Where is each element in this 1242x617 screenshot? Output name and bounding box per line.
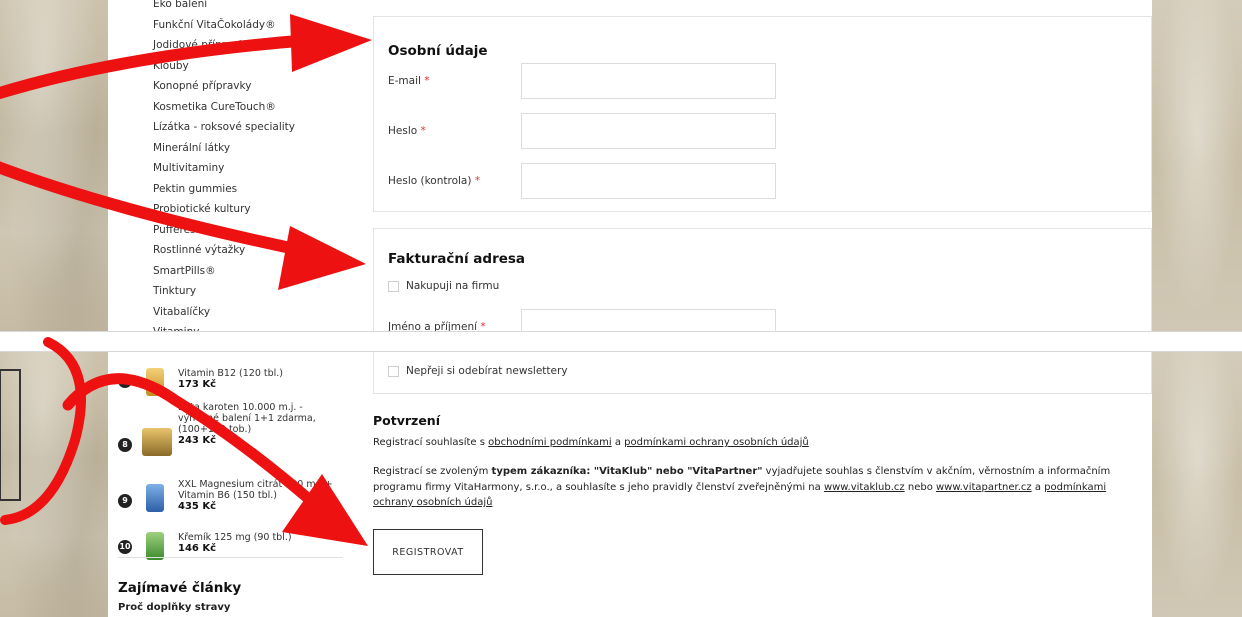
password-label: Heslo *	[388, 125, 426, 137]
password-label-text: Heslo	[388, 125, 418, 137]
required-mark: *	[480, 321, 486, 332]
email-label: E-mail *	[388, 75, 430, 87]
product-thumbnail	[146, 484, 164, 512]
rank-badge: 9	[118, 494, 132, 508]
newsletter-section: Nepřeji si odebírat newslettery	[373, 352, 1152, 394]
newsletter-checkbox[interactable]	[388, 366, 399, 377]
vitaklub-link[interactable]: www.vitaklub.cz	[824, 482, 905, 493]
product-price: 146 Kč	[178, 543, 217, 554]
terms-link[interactable]: obchodními podmínkami	[488, 437, 612, 448]
terms-text: a	[611, 437, 625, 448]
product-info: XXL Magnesium citrát 400 mg + Vitamin B6…	[178, 479, 338, 512]
customer-type-values: "VitaKlub" nebo "VitaPartner"	[593, 466, 763, 477]
product-name[interactable]: XXL Magnesium citrát 400 mg + Vitamin B6…	[178, 479, 338, 501]
membership-text: :	[586, 466, 594, 477]
bottom-screenshot: Nepřeji si odebírat newslettery 7 Vitami…	[0, 351, 1242, 617]
billing-address-section: Fakturační adresa Nakupuji na firmu Jmén…	[373, 228, 1152, 332]
category-link[interactable]: Tinktury	[153, 281, 295, 302]
articles-heading: Zajímavé články	[118, 580, 242, 596]
category-link[interactable]: Minerální látky	[153, 138, 295, 159]
product-info: Křemík 125 mg (90 tbl.) 146 Kč	[178, 532, 338, 554]
category-link[interactable]: Eko balení	[153, 0, 295, 15]
category-link[interactable]: Pektin gummies	[153, 179, 295, 200]
company-checkbox[interactable]	[388, 281, 399, 292]
category-list: Eko balení Funkční VitaČokolády® Jodidov…	[153, 0, 295, 331]
product-info: Vitamin B12 (120 tbl.) 173 Kč	[178, 368, 338, 390]
membership-text: nebo	[904, 481, 936, 493]
background-landscape-left	[0, 0, 108, 331]
category-link[interactable]: Konopné přípravky	[153, 76, 295, 97]
article-link[interactable]: Proč doplňky stravy	[118, 602, 230, 613]
category-link[interactable]: Probiotické kultury	[153, 199, 295, 220]
required-mark: *	[420, 125, 426, 137]
product-thumbnail	[146, 532, 164, 560]
category-link[interactable]: Rostlinné výtažky	[153, 240, 295, 261]
category-link[interactable]: Klouby	[153, 56, 295, 77]
customer-type-text: typem zákazníka	[491, 466, 587, 477]
product-name[interactable]: Beta karoten 10.000 m.j. - výhodné balen…	[178, 402, 338, 435]
background-landscape-right	[1152, 352, 1242, 617]
vitapartner-link[interactable]: www.vitapartner.cz	[936, 482, 1032, 493]
membership-text: a	[1031, 481, 1045, 493]
required-mark: *	[474, 175, 481, 187]
category-link[interactable]: SmartPills®	[153, 261, 295, 282]
confirmation-title: Potvrzení	[373, 413, 440, 428]
newsletter-checkbox-label[interactable]: Nepřeji si odebírat newslettery	[406, 365, 568, 377]
password-confirm-label: Heslo (kontrola) *	[388, 175, 480, 187]
category-link[interactable]: Funkční VitaČokolády®	[153, 15, 295, 36]
password-confirm-label-text: Heslo (kontrola)	[388, 175, 472, 187]
category-link[interactable]: Multivitaminy	[153, 158, 295, 179]
required-mark: *	[424, 75, 430, 87]
name-label: Jméno a příjmení *	[388, 321, 486, 332]
password-confirm-field[interactable]	[521, 163, 776, 199]
background-landscape-left	[0, 352, 108, 617]
rank-badge: 7	[118, 374, 132, 388]
screenshot-separator	[0, 332, 1242, 351]
top-screenshot: Eko balení Funkční VitaČokolády® Jodidov…	[0, 0, 1242, 332]
rank-badge: 8	[118, 438, 132, 452]
category-link[interactable]: Vitaminy	[153, 322, 295, 331]
category-link[interactable]: Kosmetika CureTouch®	[153, 97, 295, 118]
name-field[interactable]	[521, 309, 776, 331]
terms-paragraph: Registrací souhlasíte s obchodními podmí…	[373, 435, 1148, 451]
product-thumbnail	[146, 368, 164, 396]
rank-badge: 10	[118, 540, 132, 554]
category-link[interactable]: Pufferest®	[153, 220, 295, 241]
billing-title: Fakturační adresa	[388, 251, 526, 267]
product-info: Beta karoten 10.000 m.j. - výhodné balen…	[178, 402, 338, 446]
personal-info-section: Osobní údaje E-mail * Heslo * Heslo (kon…	[373, 16, 1152, 212]
category-link[interactable]: Jodidové přípravky	[153, 35, 295, 56]
product-price: 173 Kč	[178, 379, 217, 390]
product-price: 243 Kč	[178, 435, 217, 446]
name-label-text: Jméno a příjmení	[388, 321, 478, 332]
email-field[interactable]	[521, 63, 776, 99]
category-link[interactable]: Lízátka - roksové speciality	[153, 117, 295, 138]
register-button[interactable]: REGISTROVAT	[373, 529, 483, 575]
membership-text: Registrací se zvoleným	[373, 466, 492, 477]
company-checkbox-label[interactable]: Nakupuji na firmu	[406, 280, 499, 292]
category-link[interactable]: Vitabalíčky	[153, 302, 295, 323]
background-landscape-right	[1152, 0, 1242, 331]
membership-paragraph: Registrací se zvoleným typem zákazníka: …	[373, 464, 1148, 511]
product-name[interactable]: Vitamin B12 (120 tbl.)	[178, 368, 338, 379]
personal-info-title: Osobní údaje	[388, 43, 488, 59]
sidebar-divider	[118, 557, 343, 558]
terms-text: Registrací souhlasíte s	[373, 437, 489, 448]
product-price: 435 Kč	[178, 501, 217, 512]
product-thumbnail	[142, 428, 172, 456]
privacy-link[interactable]: podmínkami ochrany osobních údajů	[624, 437, 809, 448]
email-label-text: E-mail	[388, 75, 421, 87]
password-field[interactable]	[521, 113, 776, 149]
product-name[interactable]: Křemík 125 mg (90 tbl.)	[178, 532, 338, 543]
